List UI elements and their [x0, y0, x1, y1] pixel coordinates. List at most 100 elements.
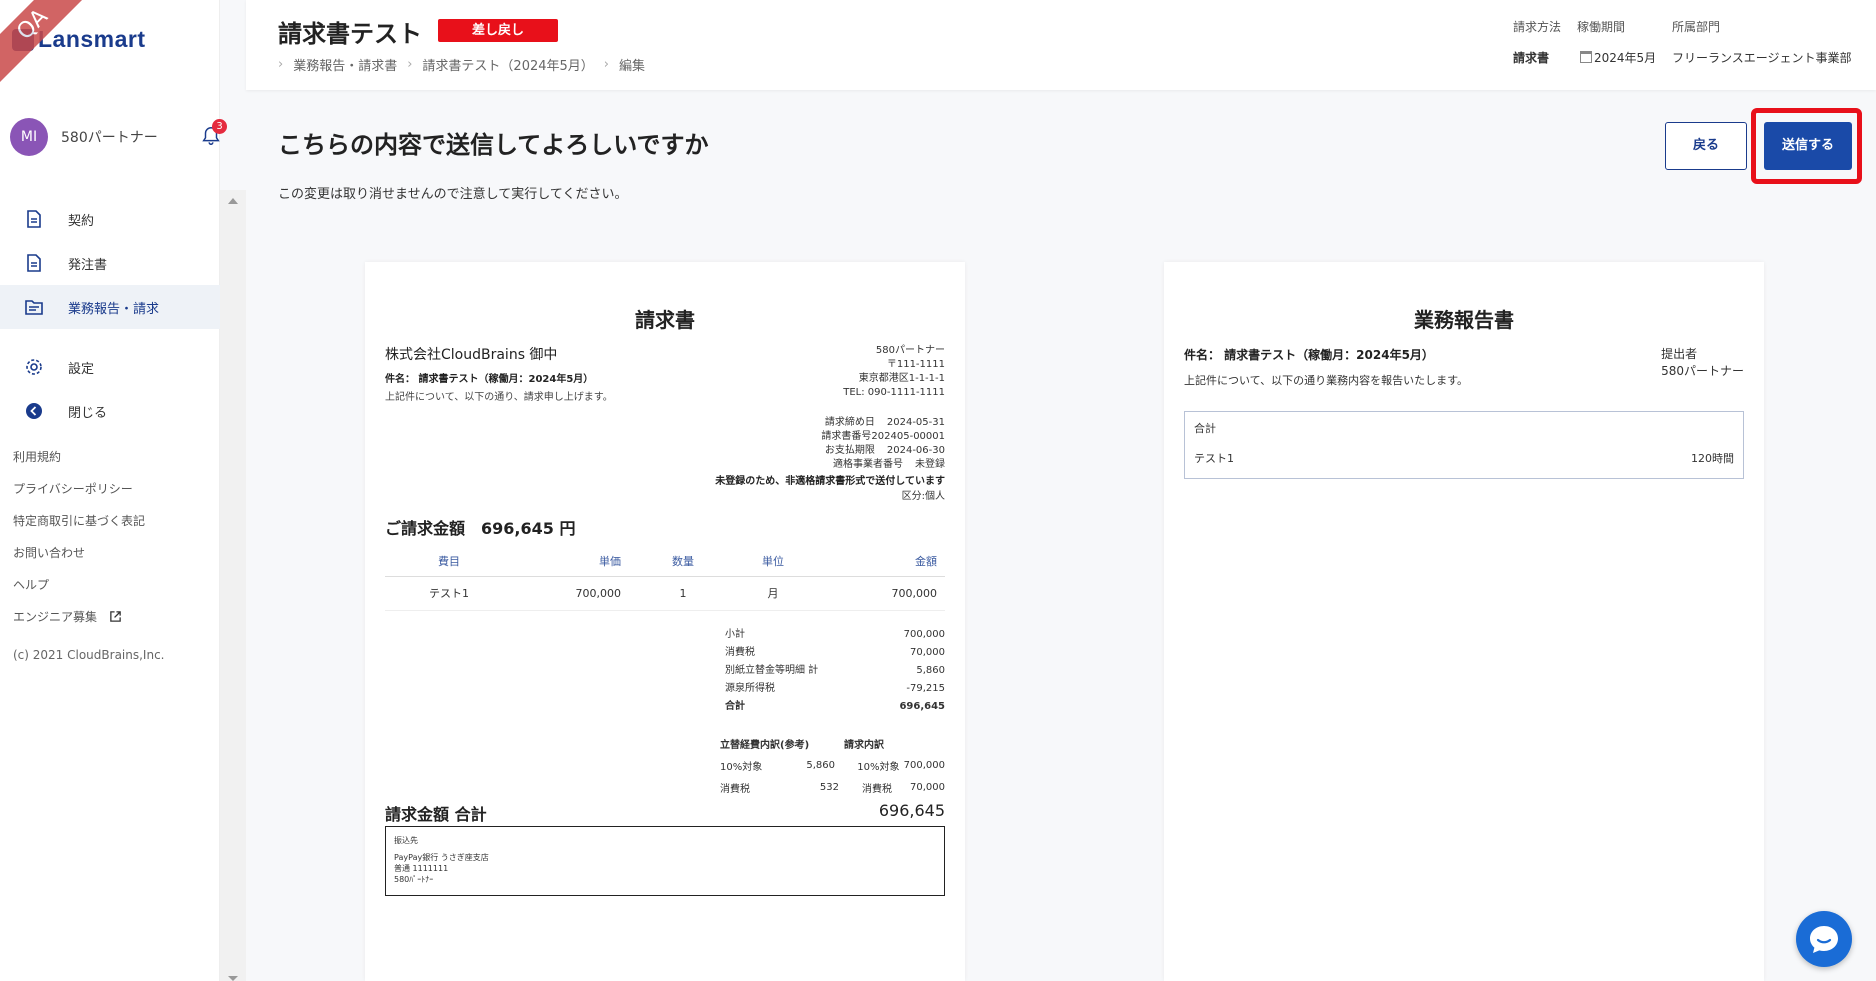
report-lead: 上記件について、以下の通り業務内容を報告いたします。: [1184, 374, 1469, 387]
footer-links: 利用規約 プライバシーポリシー 特定商取引に基づく表記 お問い合わせ ヘルプ エ…: [13, 448, 145, 640]
sidebar-item-label: 設定: [68, 361, 95, 377]
date-label: 請求締め日: [824, 417, 875, 428]
invoice-client: 株式会社CloudBrains 御中: [385, 347, 558, 363]
sum-label: 消費税: [725, 647, 755, 658]
breakdown-cell: 5,860: [806, 759, 836, 771]
sidebar-scrollbar[interactable]: [220, 190, 246, 981]
sum-label: 源泉所得税: [725, 683, 775, 694]
scroll-up-icon[interactable]: [228, 198, 238, 204]
folder-icon: [25, 300, 43, 315]
invoice-lead: 上記件について、以下の通り、請求申し上げます。: [385, 392, 613, 403]
sum-value: 700,000: [903, 629, 945, 640]
bank-title: 振込先: [394, 836, 418, 845]
confirm-note: この変更は取り消せませんので注意して実行してください。: [278, 187, 628, 202]
sidebar-item-label: 発注書: [68, 257, 108, 273]
breadcrumb-item[interactable]: 業務報告・請求書: [293, 55, 397, 74]
footer-link-privacy[interactable]: プライバシーポリシー: [13, 480, 145, 512]
avatar[interactable]: MI: [10, 118, 48, 156]
logo-text: Lansmart: [38, 26, 146, 52]
breakdown-cell: 消費税: [862, 783, 893, 795]
sidebar-item-label: 契約: [68, 213, 95, 229]
breakdown-right-title: 請求内訳: [844, 739, 884, 751]
calendar-icon: [1580, 51, 1592, 63]
send-button[interactable]: 送信する: [1764, 122, 1852, 170]
sum-value: -79,215: [906, 683, 945, 694]
breadcrumb-item[interactable]: 請求書テスト（2024年5月）: [422, 55, 593, 74]
footer-link-contact[interactable]: お問い合わせ: [13, 544, 145, 576]
footer-link-help[interactable]: ヘルプ: [13, 576, 145, 608]
sidebar-item-collapse[interactable]: 閉じる: [0, 389, 220, 433]
sidebar-item-label: 業務報告・請求: [68, 301, 160, 317]
report-summary-box: 合計 テスト1 120時間: [1184, 411, 1744, 479]
chat-button[interactable]: [1796, 911, 1852, 967]
date-value: 未登録: [915, 459, 945, 470]
column-header: 単位: [733, 546, 813, 577]
grand-total-value: 696,645: [878, 801, 945, 820]
report-row-value: 120時間: [1691, 452, 1734, 465]
bank-account: 普通 1111111: [394, 864, 449, 873]
date-value: 2024-05-31: [886, 417, 945, 428]
invoice-items-table: 費目 単価 数量 単位 金額 テスト1 700,000 1 月 700,000: [385, 546, 945, 611]
table-cell: 700,000: [813, 576, 945, 611]
breakdown-cell: 10%対象: [720, 761, 763, 773]
billing-method-value: 請求書: [1513, 51, 1550, 65]
department-label: 所属部門: [1672, 20, 1721, 34]
breakdown-cell: 10%対象: [857, 761, 900, 773]
page-title: 請求書テスト: [278, 20, 422, 48]
table-row: テスト1 700,000 1 月 700,000: [385, 576, 945, 611]
date-value: 2024-06-30: [886, 445, 945, 456]
report-subject: 件名： 請求書テスト（稼働月：2024年5月）: [1184, 348, 1434, 362]
table-cell: テスト1: [385, 576, 513, 611]
sum-value: 696,645: [899, 701, 945, 712]
issuer-name: 580パートナー: [875, 345, 945, 356]
gear-icon: [26, 359, 42, 375]
invoice-total-amount: 696,645 円: [481, 519, 576, 538]
submitter-name: 580パートナー: [1661, 364, 1744, 378]
table-cell: 月: [733, 576, 813, 611]
scroll-down-icon[interactable]: [228, 976, 238, 981]
user-info[interactable]: MI 580パートナー: [10, 118, 220, 156]
sum-value: 5,860: [916, 665, 945, 676]
chevron-right-icon: ›: [407, 57, 413, 72]
date-label: 請求書番号: [821, 431, 872, 442]
sidebar-item-settings[interactable]: 設定: [0, 345, 220, 389]
sum-label: 別紙立替金等明細 計: [725, 665, 819, 676]
unregistered-note: 未登録のため、非適格請求書形式で送付しています: [715, 476, 945, 487]
breakdown-left-title: 立替経費内訳(参考): [720, 739, 810, 751]
invoice-title: 請求書: [635, 308, 695, 332]
invoice-total: ご請求金額 696,645 円: [385, 515, 575, 539]
table-cell: 700,000: [513, 576, 633, 611]
report-title: 業務報告書: [1414, 308, 1514, 332]
date-value: 202405-00001: [871, 431, 945, 442]
sidebar-item-contract[interactable]: 契約: [0, 197, 220, 241]
sum-value: 70,000: [910, 647, 945, 658]
notification-badge: 3: [212, 119, 227, 134]
breakdown-cell: 532: [819, 781, 839, 793]
sidebar-item-purchase-order[interactable]: 発注書: [0, 241, 220, 285]
chat-bubble-icon: [1810, 926, 1838, 953]
footer-link-recruit[interactable]: エンジニア募集: [13, 608, 145, 640]
footer-link-recruit-label: エンジニア募集: [13, 610, 98, 624]
chevron-right-icon: ›: [278, 57, 284, 72]
footer-link-terms[interactable]: 利用規約: [13, 448, 145, 480]
date-label: お支払期限: [824, 445, 875, 456]
issuer-address: 東京都港区1-1-1-1: [858, 373, 945, 384]
breadcrumb-item: 編集: [618, 59, 645, 74]
back-button[interactable]: 戻る: [1665, 122, 1747, 170]
page-header: 請求書テスト 差し戻し › 業務報告・請求書 › 請求書テスト（2024年5月）…: [246, 0, 1876, 90]
bank-name: PayPay銀行 うさぎ座支店: [394, 853, 489, 862]
bank-holder: 580ﾊﾟｰﾄﾅｰ: [394, 875, 434, 884]
sidebar: Lansmart QA MI 580パートナー 3 契約 発注書 業務報告・請求…: [0, 0, 227, 981]
footer-link-commerce-law[interactable]: 特定商取引に基づく表記: [13, 512, 145, 544]
report-preview: 業務報告書 件名： 請求書テスト（稼働月：2024年5月） 上記件について、以下…: [1164, 262, 1764, 981]
breakdown-cell: 700,000: [903, 759, 946, 771]
invoice-total-label: ご請求金額: [385, 519, 466, 538]
invoice-preview: 請求書 株式会社CloudBrains 御中 件名： 請求書テスト（稼働月：20…: [365, 262, 965, 981]
report-box-title: 合計: [1194, 422, 1216, 435]
invoice-dates: 請求締め日 2024-05-31 請求書番号 202405-00001 お支払期限 2…: [821, 416, 945, 472]
bank-info: 振込先 PayPay銀行 うさぎ座支店 普通 1111111 580ﾊﾟｰﾄﾅｰ: [385, 826, 945, 896]
invoice-issuer: 580パートナー 〒111-1111 東京都港区1-1-1-1 TEL: 090…: [843, 344, 945, 400]
sidebar-item-reports-billing[interactable]: 業務報告・請求: [0, 285, 220, 329]
invoice-sums: 小計 700,000 消費税 70,000 別紙立替金等明細 計 5,860 源泉所得…: [725, 626, 945, 716]
table-cell: 1: [633, 576, 733, 611]
